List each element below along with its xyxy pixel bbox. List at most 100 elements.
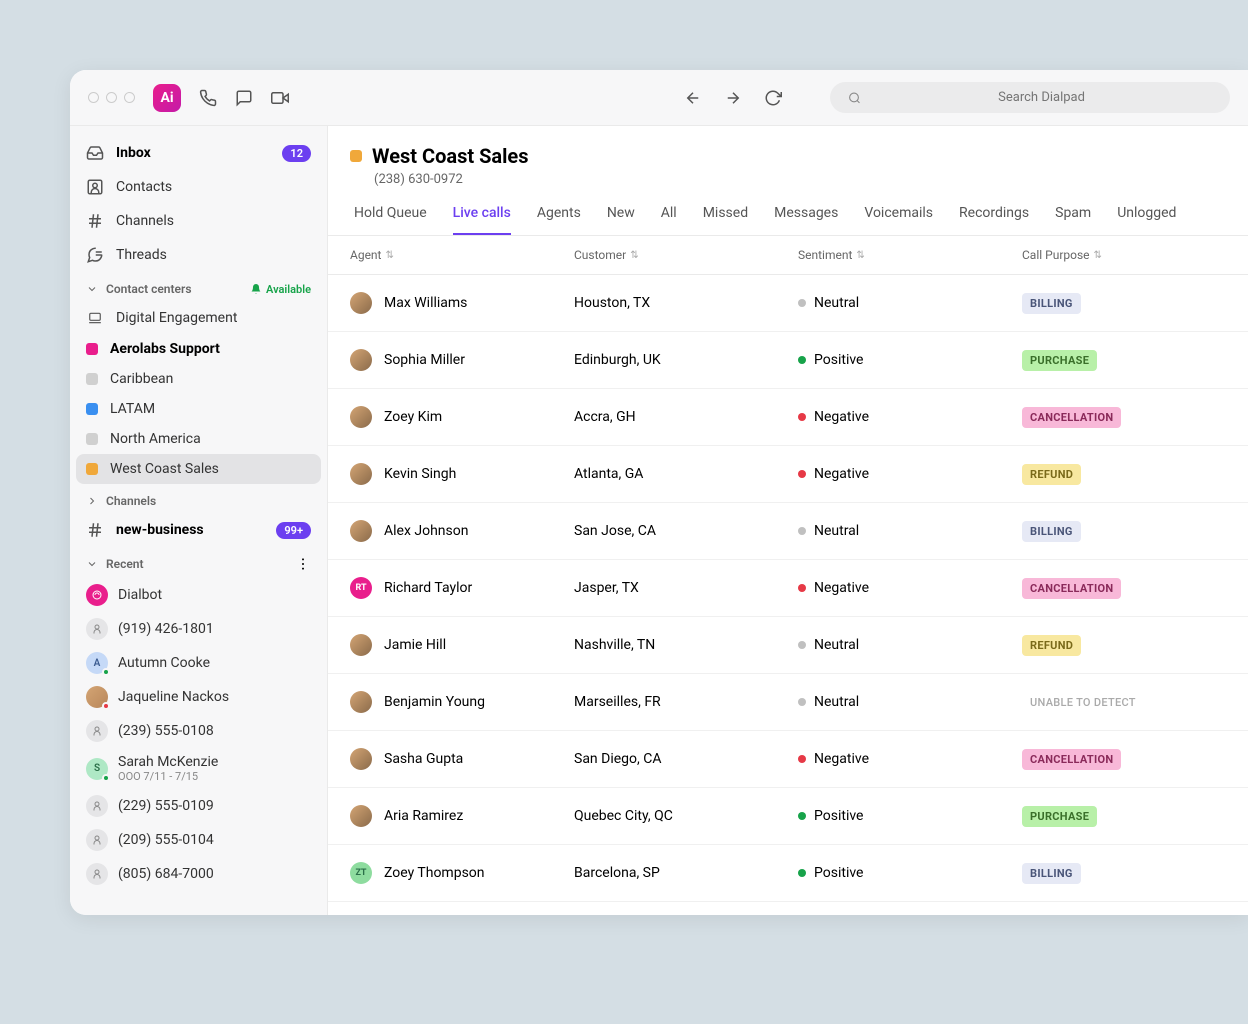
table-row[interactable]: Kevin SinghAtlanta, GANegativeREFUND xyxy=(328,446,1248,503)
app-logo[interactable]: Ai xyxy=(153,84,181,112)
table-row[interactable]: Aria RamirezQuebec City, QCPositivePURCH… xyxy=(328,788,1248,845)
avatar: S xyxy=(86,758,108,780)
col-header-customer[interactable]: Customer⇅ xyxy=(574,248,798,262)
minimize-window[interactable] xyxy=(106,92,117,103)
cc-item[interactable]: LATAM xyxy=(70,394,327,424)
recent-item[interactable]: Jaqueline Nackos xyxy=(70,680,327,714)
search-input[interactable] xyxy=(871,90,1212,105)
sentiment-label: Positive xyxy=(814,808,863,824)
channel-new-business[interactable]: new-business 99+ xyxy=(70,514,327,546)
table-row[interactable]: Zoey KimAccra, GHNegativeCANCELLATION xyxy=(328,389,1248,446)
video-icon[interactable] xyxy=(271,89,289,107)
recent-label: (209) 555-0104 xyxy=(118,832,214,848)
cc-item[interactable]: Aerolabs Support xyxy=(70,334,327,364)
recent-item[interactable]: Dialbot xyxy=(70,578,327,612)
table-row[interactable]: ZTZoey ThompsonBarcelona, SPPositiveBILL… xyxy=(328,845,1248,902)
table-row[interactable]: Benjamin YoungMarseilles, FRNeutralUNABL… xyxy=(328,674,1248,731)
recent-item[interactable]: SSarah McKenzieOOO 7/11 - 7/15 xyxy=(70,748,327,789)
col-header-agent[interactable]: Agent⇅ xyxy=(350,248,574,262)
sentiment-dot xyxy=(798,470,806,478)
cc-item[interactable]: North America xyxy=(70,424,327,454)
section-contact-centers[interactable]: Contact centers Available xyxy=(70,272,327,302)
avatar xyxy=(350,691,372,713)
section-channels[interactable]: Channels xyxy=(70,484,327,514)
back-icon[interactable] xyxy=(684,89,702,107)
cc-item[interactable]: Digital Engagement xyxy=(70,302,327,334)
search-bar[interactable] xyxy=(830,82,1230,113)
tab[interactable]: Voicemails xyxy=(864,205,933,235)
cc-color-dot xyxy=(86,463,98,475)
sentiment-dot xyxy=(798,584,806,592)
tab[interactable]: Hold Queue xyxy=(354,205,427,235)
refresh-icon[interactable] xyxy=(764,89,782,107)
col-header-purpose[interactable]: Call Purpose⇅ xyxy=(1022,248,1226,262)
nav-threads[interactable]: Threads xyxy=(70,238,327,272)
sentiment-dot xyxy=(798,299,806,307)
recent-item[interactable]: (919) 426-1801 xyxy=(70,612,327,646)
main-header: West Coast Sales (238) 630-0972 xyxy=(328,126,1248,187)
purpose-tag: BILLING xyxy=(1022,293,1081,314)
sentiment-dot xyxy=(798,755,806,763)
recent-item[interactable]: AAutumn Cooke xyxy=(70,646,327,680)
hash-icon xyxy=(86,212,104,230)
cc-label: North America xyxy=(110,431,201,447)
table-row[interactable]: Sasha GuptaSan Diego, CANegativeCANCELLA… xyxy=(328,731,1248,788)
channel-badge: 99+ xyxy=(276,522,311,539)
tab[interactable]: Missed xyxy=(703,205,748,235)
search-icon xyxy=(848,91,861,105)
agent-name: Benjamin Young xyxy=(384,694,485,710)
recent-item[interactable]: (239) 555-0108 xyxy=(70,714,327,748)
avatar xyxy=(350,463,372,485)
tab[interactable]: Unlogged xyxy=(1117,205,1176,235)
cc-label: Caribbean xyxy=(110,371,173,387)
recent-item[interactable]: (805) 684-7000 xyxy=(70,857,327,891)
avatar xyxy=(86,618,108,640)
chevron-right-icon xyxy=(86,495,98,507)
phone-icon[interactable] xyxy=(199,89,217,107)
cc-color-dot xyxy=(86,403,98,415)
table-row[interactable]: Alex JohnsonSan Jose, CANeutralBILLING xyxy=(328,503,1248,560)
tab[interactable]: Live calls xyxy=(453,205,511,235)
avatar xyxy=(86,795,108,817)
chat-icon[interactable] xyxy=(235,89,253,107)
section-recent: Recent xyxy=(70,546,327,578)
purpose-tag: BILLING xyxy=(1022,521,1081,542)
table-row[interactable]: Sophia MillerEdinburgh, UKPositivePURCHA… xyxy=(328,332,1248,389)
nav-contacts[interactable]: Contacts xyxy=(70,170,327,204)
recent-item[interactable]: (209) 555-0104 xyxy=(70,823,327,857)
nav-label: Contacts xyxy=(116,179,172,195)
tab[interactable]: New xyxy=(607,205,635,235)
recent-item[interactable]: (229) 555-0109 xyxy=(70,789,327,823)
more-icon[interactable] xyxy=(295,556,311,572)
avatar: A xyxy=(86,652,108,674)
avatar: RT xyxy=(350,577,372,599)
sentiment-label: Neutral xyxy=(814,523,859,539)
cc-item[interactable]: West Coast Sales xyxy=(76,454,321,484)
sentiment-label: Neutral xyxy=(814,694,859,710)
cc-item[interactable]: Caribbean xyxy=(70,364,327,394)
avatar xyxy=(350,634,372,656)
col-header-sentiment[interactable]: Sentiment⇅ xyxy=(798,248,1022,262)
sort-icon: ⇅ xyxy=(630,250,638,261)
agent-name: Zoey Kim xyxy=(384,409,442,425)
avatar xyxy=(350,748,372,770)
maximize-window[interactable] xyxy=(124,92,135,103)
nav-inbox[interactable]: Inbox 12 xyxy=(70,136,327,170)
tab[interactable]: Agents xyxy=(537,205,581,235)
chevron-down-icon[interactable] xyxy=(86,558,98,570)
avatar xyxy=(350,349,372,371)
tab[interactable]: Recordings xyxy=(959,205,1029,235)
sentiment-dot xyxy=(798,413,806,421)
tab[interactable]: All xyxy=(661,205,677,235)
tab[interactable]: Spam xyxy=(1055,205,1091,235)
agent-name: Max Williams xyxy=(384,295,467,311)
table-row[interactable]: Jamie HillNashville, TNNeutralREFUND xyxy=(328,617,1248,674)
close-window[interactable] xyxy=(88,92,99,103)
nav-channels[interactable]: Channels xyxy=(70,204,327,238)
table-row[interactable]: RTRichard TaylorJasper, TXNegativeCANCEL… xyxy=(328,560,1248,617)
table-row[interactable]: Max WilliamsHouston, TXNeutralBILLING xyxy=(328,275,1248,332)
tab[interactable]: Messages xyxy=(774,205,838,235)
avatar xyxy=(350,520,372,542)
forward-icon[interactable] xyxy=(724,89,742,107)
toolbar-icons xyxy=(199,89,289,107)
